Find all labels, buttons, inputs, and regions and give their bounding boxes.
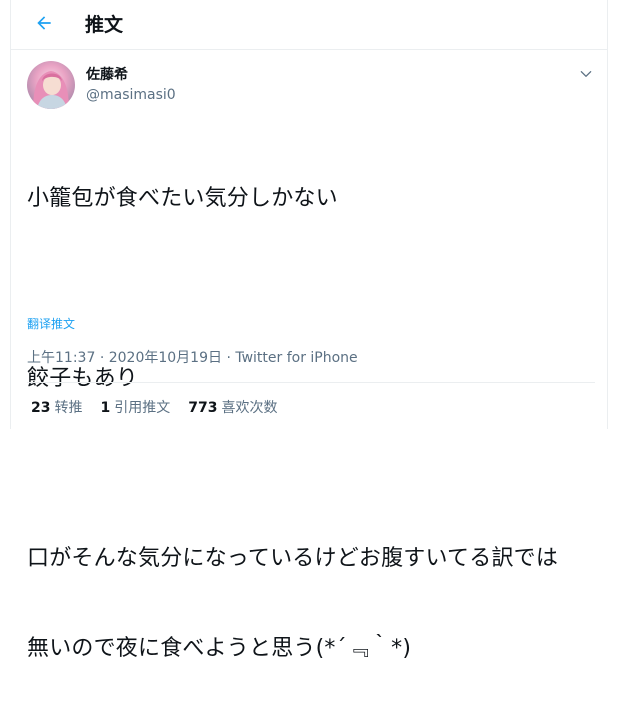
page-header: 推文 [11, 0, 607, 50]
tweet-line: 口がそんな気分になっているけどお腹すいてる訳では [27, 546, 559, 571]
tweet-source[interactable]: Twitter for iPhone [235, 350, 357, 366]
retweets-stat[interactable]: 23 转推 [31, 398, 82, 418]
tweet-line [27, 454, 597, 484]
like-label: 喜欢次数 [221, 400, 278, 416]
author-name[interactable]: 佐藤希 [86, 66, 128, 84]
meta-separator: · [99, 350, 109, 366]
back-button[interactable] [31, 12, 57, 38]
tweet-metadata: 上午11:37 · 2020年10月19日 · Twitter for iPho… [27, 348, 358, 368]
translate-tweet-link[interactable]: 翻译推文 [27, 316, 75, 332]
retweet-count: 23 [31, 400, 51, 416]
tweet-time[interactable]: 上午11:37 [27, 350, 95, 366]
avatar[interactable] [27, 61, 75, 109]
retweet-label: 转推 [54, 400, 83, 416]
author-handle[interactable]: @masimasi0 [86, 86, 176, 104]
quote-tweets-stat[interactable]: 1 引用推文 [100, 398, 170, 418]
engagement-stats: 23 转推 1 引用推文 773 喜欢次数 [31, 398, 295, 418]
quote-label: 引用推文 [114, 400, 171, 416]
tweet-line: 餃子もあり [27, 366, 139, 391]
page-title: 推文 [85, 14, 124, 36]
tweet-page: 推文 佐藤希 @masimasi0 小籠包が食べたい気分しかない 餃子もあり 口… [10, 0, 608, 661]
chevron-down-icon [579, 66, 593, 85]
quote-count: 1 [100, 400, 111, 416]
tweet-line: 小籠包が食べたい気分しかない [27, 186, 338, 211]
like-count: 773 [188, 400, 218, 416]
meta-separator: · [226, 350, 236, 366]
tweet-date[interactable]: 2020年10月19日 [109, 350, 222, 366]
more-options-button[interactable] [577, 66, 595, 84]
likes-stat[interactable]: 773 喜欢次数 [188, 398, 277, 418]
tweet-line: 無いので夜に食べようと思う(*´﹃｀*) [27, 636, 412, 661]
tweet-text: 小籠包が食べたい気分しかない 餃子もあり 口がそんな気分になっているけどお腹すい… [27, 124, 597, 724]
tweet-line [27, 274, 597, 304]
divider [27, 382, 595, 383]
arrow-left-icon [34, 13, 54, 37]
